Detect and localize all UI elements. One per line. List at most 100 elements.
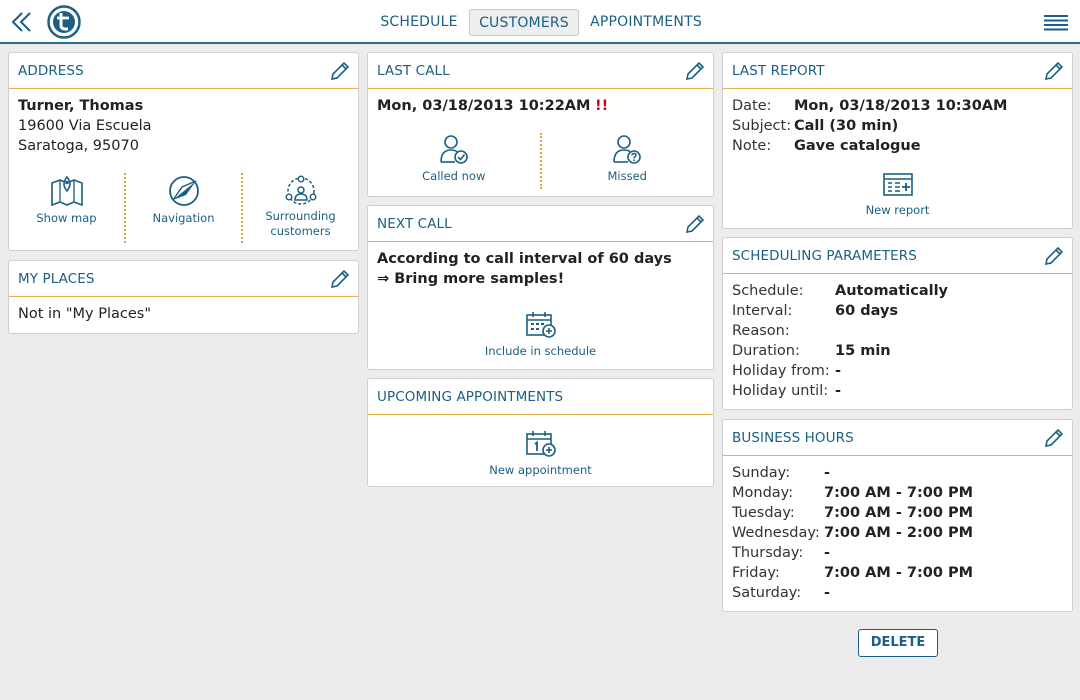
- hours-value: 7:00 AM - 7:00 PM: [824, 485, 974, 501]
- panel-title: UPCOMING APPOINTMENTS: [377, 389, 564, 405]
- scheduling-parameters-panel: SCHEDULING PARAMETERS Schedule: Automatic…: [722, 237, 1073, 410]
- delete-button[interactable]: DELETE: [858, 629, 938, 657]
- hours-value: -: [824, 465, 831, 481]
- include-in-schedule-button[interactable]: Include in schedule: [368, 310, 713, 366]
- day-label: Friday:: [732, 565, 780, 581]
- holiday-until-row: Holiday until: -: [732, 381, 1063, 401]
- panel-title: ADDRESS: [18, 63, 84, 79]
- panel-title: LAST REPORT: [732, 63, 825, 79]
- my-places-panel: MY PLACES Not in "My Places": [8, 260, 359, 334]
- day-label: Sunday:: [732, 465, 791, 481]
- pencil-edit-icon[interactable]: [329, 60, 351, 82]
- new-appointment-button[interactable]: New appointment: [368, 429, 713, 485]
- day-label: Monday:: [732, 485, 794, 501]
- panel-title: BUSINESS HOURS: [732, 430, 854, 446]
- address-panel: ADDRESS Turner, Thomas 19600 Via Escuela…: [8, 52, 359, 251]
- next-call-reason: According to call interval of 60 days: [377, 251, 672, 267]
- top-navigation-bar: SCHEDULE CUSTOMERS APPOINTMENTS: [0, 0, 1080, 44]
- new-report-label: New report: [865, 203, 930, 217]
- app-logo-icon[interactable]: [47, 5, 81, 39]
- hours-row-friday: Friday: 7:00 AM - 7:00 PM: [732, 563, 1063, 583]
- day-label: Wednesday:: [732, 525, 820, 541]
- include-in-schedule-label: Include in schedule: [484, 344, 597, 358]
- navigation-label: Navigation: [152, 211, 215, 225]
- schedule-row: Schedule: Automatically: [732, 281, 1063, 301]
- day-label: Thursday:: [732, 545, 804, 561]
- navigation-button[interactable]: Navigation: [126, 173, 241, 243]
- panel-header: LAST CALL: [368, 53, 713, 89]
- warning-indicator: !!: [595, 98, 609, 114]
- tab-customers[interactable]: CUSTOMERS: [469, 9, 579, 36]
- compass-icon: [168, 176, 199, 206]
- field-value: Call (30 min): [794, 118, 899, 134]
- field-label: Schedule:: [732, 283, 804, 299]
- map-icon: [50, 175, 83, 207]
- field-value: Mon, 03/18/2013 10:30AM: [794, 98, 1008, 114]
- last-call-panel: LAST CALL Mon, 03/18/2013 10:22AM !! Cal…: [367, 52, 714, 197]
- field-label: Interval:: [732, 303, 793, 319]
- called-now-button[interactable]: Called now: [368, 133, 540, 189]
- double-chevron-left-icon[interactable]: [10, 10, 34, 34]
- panel-header: NEXT CALL: [368, 206, 713, 242]
- field-value: 60 days: [835, 303, 899, 319]
- tab-appointments[interactable]: APPOINTMENTS: [587, 9, 705, 36]
- report-date-row: Date: Mon, 03/18/2013 10:30AM: [732, 96, 1063, 116]
- last-call-datetime: Mon, 03/18/2013 10:22AM: [377, 98, 591, 114]
- pencil-edit-icon[interactable]: [1043, 427, 1065, 449]
- hours-row-wednesday: Wednesday: 7:00 AM - 2:00 PM: [732, 523, 1063, 543]
- user-check-icon: [439, 135, 468, 164]
- hours-row-tuesday: Tuesday: 7:00 AM - 7:00 PM: [732, 503, 1063, 523]
- field-label: Duration:: [732, 343, 800, 359]
- field-label: Note:: [732, 138, 772, 154]
- show-map-button[interactable]: Show map: [9, 173, 124, 243]
- city-zip: Saratoga, 95070: [18, 138, 139, 154]
- tab-schedule[interactable]: SCHEDULE: [376, 9, 462, 36]
- hours-value: 7:00 AM - 7:00 PM: [824, 565, 974, 581]
- field-label: Date:: [732, 98, 772, 114]
- field-value: 15 min: [835, 343, 891, 359]
- pencil-edit-icon[interactable]: [1043, 245, 1065, 267]
- hours-value: 7:00 AM - 2:00 PM: [824, 525, 974, 541]
- upcoming-appointments-panel: UPCOMING APPOINTMENTS New appointment: [367, 378, 714, 487]
- new-report-button[interactable]: New report: [723, 171, 1072, 223]
- panel-title: MY PLACES: [18, 271, 95, 287]
- next-call-panel: NEXT CALL According to call interval of …: [367, 205, 714, 370]
- hours-value: 7:00 AM - 7:00 PM: [824, 505, 974, 521]
- my-places-status: Not in "My Places": [18, 306, 151, 322]
- field-value: -: [835, 363, 842, 379]
- surrounding-label-line2: customers: [270, 224, 331, 238]
- field-value: Gave catalogue: [794, 138, 921, 154]
- pencil-edit-icon[interactable]: [329, 268, 351, 290]
- field-value: Automatically: [835, 283, 949, 299]
- pencil-edit-icon[interactable]: [684, 213, 706, 235]
- called-now-label: Called now: [422, 169, 486, 183]
- field-label: Reason:: [732, 323, 790, 339]
- panel-header: SCHEDULING PARAMETERS: [723, 238, 1072, 274]
- reason-row: Reason:: [732, 321, 1063, 341]
- user-question-icon: [613, 135, 642, 164]
- panel-header: MY PLACES: [9, 261, 358, 297]
- business-hours-panel: BUSINESS HOURS Sunday: - Monday: 7:00 AM -…: [722, 419, 1073, 612]
- calendar-add-icon: [525, 312, 556, 338]
- hours-row-thursday: Thursday: -: [732, 543, 1063, 563]
- field-label: Holiday until:: [732, 383, 829, 399]
- report-subject-row: Subject: Call (30 min): [732, 116, 1063, 136]
- pencil-edit-icon[interactable]: [684, 60, 706, 82]
- hours-value: -: [824, 545, 831, 561]
- field-value: -: [835, 383, 842, 399]
- panel-header: BUSINESS HOURS: [723, 420, 1072, 456]
- hours-row-sunday: Sunday: -: [732, 463, 1063, 483]
- surrounding-customers-button[interactable]: Surrounding customers: [243, 173, 358, 243]
- field-label: Subject:: [732, 118, 792, 134]
- missed-label: Missed: [607, 169, 647, 183]
- missed-button[interactable]: Missed: [542, 133, 714, 189]
- pencil-edit-icon[interactable]: [1043, 60, 1065, 82]
- next-call-note: ⇒ Bring more samples!: [377, 271, 565, 287]
- hours-row-monday: Monday: 7:00 AM - 7:00 PM: [732, 483, 1063, 503]
- surrounding-label-line1: Surrounding: [265, 209, 336, 223]
- people-radius-icon: [285, 175, 317, 205]
- interval-row: Interval: 60 days: [732, 301, 1063, 321]
- last-report-panel: LAST REPORT Date: Mon, 03/18/2013 10:30AM…: [722, 52, 1073, 229]
- hamburger-menu-icon[interactable]: [1044, 14, 1068, 32]
- street-address: 19600 Via Escuela: [18, 118, 152, 134]
